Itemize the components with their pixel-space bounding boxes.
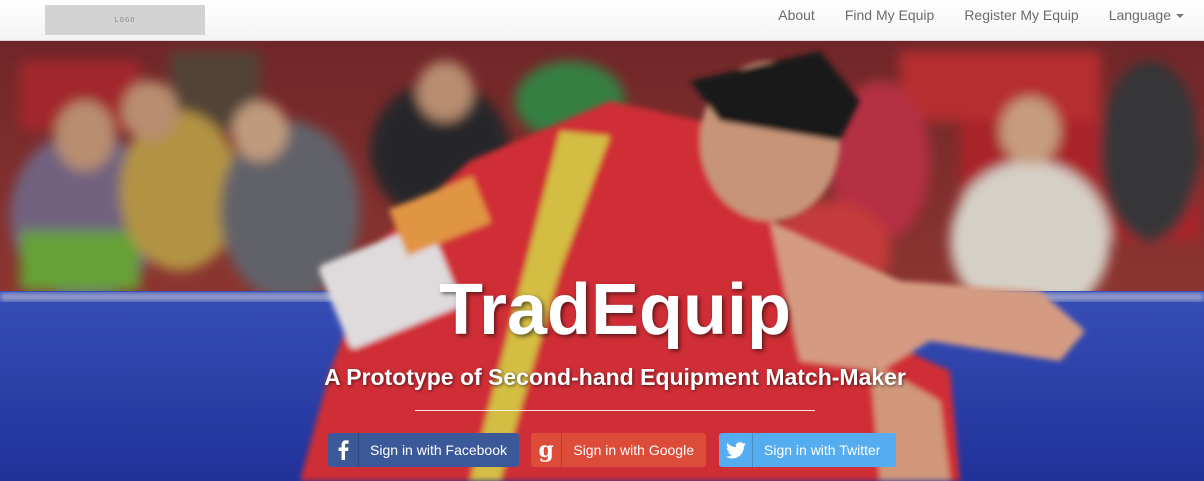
- sign-in-twitter-button[interactable]: Sign in with Twitter: [719, 433, 896, 467]
- logo[interactable]: LOGO: [45, 5, 205, 35]
- hero-divider: [415, 410, 815, 411]
- nav-links: About Find My Equip Register My Equip La…: [763, 0, 1184, 30]
- sign-in-facebook-button[interactable]: Sign in with Facebook: [328, 433, 519, 467]
- google-icon: g: [531, 433, 563, 467]
- sign-in-google-button[interactable]: g Sign in with Google: [531, 433, 706, 467]
- language-label: Language: [1108, 7, 1171, 23]
- twitter-icon: [719, 433, 753, 467]
- facebook-icon: [328, 433, 360, 467]
- nav-language-dropdown[interactable]: Language: [1094, 0, 1184, 30]
- twitter-button-label: Sign in with Twitter: [764, 442, 881, 458]
- nav-find-my-equip-link[interactable]: Find My Equip: [830, 0, 949, 30]
- hero-subtitle: A Prototype of Second-hand Equipment Mat…: [324, 364, 906, 390]
- google-button-label: Sign in with Google: [573, 442, 694, 458]
- facebook-button-label: Sign in with Facebook: [370, 442, 507, 458]
- hero-title: TradEquip: [438, 270, 792, 350]
- nav-register-my-equip-link[interactable]: Register My Equip: [949, 0, 1093, 30]
- hero-background-image: [0, 41, 1204, 481]
- hero-section: TradEquip A Prototype of Second-hand Equ…: [0, 41, 1204, 481]
- top-navbar: LOGO About Find My Equip Register My Equ…: [0, 0, 1204, 41]
- caret-down-icon: [1176, 14, 1184, 19]
- nav-about-link[interactable]: About: [763, 0, 830, 30]
